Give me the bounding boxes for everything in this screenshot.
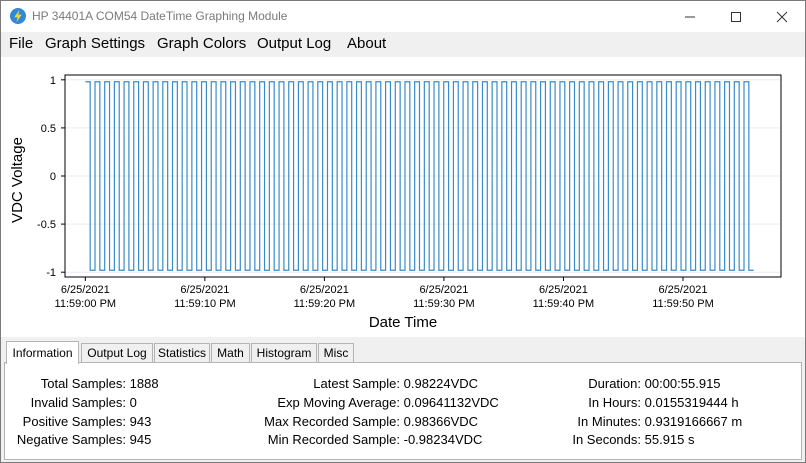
info-label: In Seconds:	[572, 432, 641, 447]
y-tick-label: -0.5	[37, 219, 56, 231]
maximize-button[interactable]	[713, 1, 759, 32]
tab-strip: Information Output Log Statistics Math H…	[1, 341, 805, 364]
x-axis-label: Date Time	[369, 314, 437, 331]
positive-samples-row: Positive Samples: 943	[7, 414, 152, 429]
maximize-icon	[731, 12, 741, 22]
info-value: 55.915 s	[644, 432, 695, 447]
menu-output-log[interactable]: Output Log	[257, 35, 331, 52]
in-minutes-row: In Minutes: 0.9319166667 m	[567, 414, 742, 429]
in-seconds-row: In Seconds: 55.915 s	[567, 432, 695, 447]
tab-information[interactable]: Information	[6, 341, 79, 364]
y-axis-label: VDC Voltage	[9, 137, 26, 223]
x-tick-label-time: 11:59:50 PM	[652, 298, 714, 310]
x-tick-label-time: 11:59:40 PM	[533, 298, 595, 310]
tab-histogram[interactable]: Histogram	[251, 343, 317, 362]
menu-bar: File Graph Settings Graph Colors Output …	[1, 32, 805, 57]
info-value: 943	[129, 414, 152, 429]
info-label: Min Recorded Sample:	[267, 432, 400, 447]
info-value: 0	[129, 395, 137, 410]
voltage-chart[interactable]: 1 0.5 0 -0.5 -1 6/25/2021 11:59:00 PM 6/25/2021…	[1, 57, 805, 337]
minimize-icon	[685, 16, 695, 18]
x-tick-label-date: 6/25/2021	[300, 284, 349, 296]
info-value: 0.0155319444 h	[644, 395, 739, 410]
info-value: 00:00:55.915	[644, 376, 721, 391]
menu-graph-settings[interactable]: Graph Settings	[45, 35, 145, 52]
window-title: HP 34401A COM54 DateTime Graphing Module	[32, 9, 288, 23]
close-button[interactable]	[759, 1, 805, 32]
info-label: Duration:	[588, 376, 641, 391]
x-tick-label-time: 11:59:20 PM	[294, 298, 356, 310]
info-value: 1888	[129, 376, 159, 391]
info-label: Total Samples:	[40, 376, 126, 391]
tab-misc[interactable]: Misc	[318, 343, 354, 362]
duration-row: Duration: 00:00:55.915	[567, 376, 721, 391]
info-label: Positive Samples:	[22, 414, 126, 429]
info-value: 0.98224VDC	[403, 376, 479, 391]
y-tick-label: 1	[50, 75, 56, 87]
latest-sample-row: Latest Sample: 0.98224VDC	[255, 376, 478, 391]
info-value: 0.09641132VDC	[403, 395, 499, 410]
negative-samples-row: Negative Samples: 945	[7, 432, 151, 447]
info-value: 945	[129, 432, 152, 447]
graph-panel: 1 0.5 0 -0.5 -1 6/25/2021 11:59:00 PM 6/25/2021…	[1, 57, 805, 337]
title-bar[interactable]: HP 34401A COM54 DateTime Graphing Module	[1, 1, 805, 32]
menu-about[interactable]: About	[347, 35, 386, 52]
x-tick-label-time: 11:59:10 PM	[174, 298, 236, 310]
menu-file[interactable]: File	[9, 35, 33, 52]
info-value: 0.98366VDC	[403, 414, 479, 429]
x-tick-label-time: 11:59:00 PM	[55, 298, 117, 310]
info-value: 0.9319166667 m	[644, 414, 743, 429]
x-tick-label-date: 6/25/2021	[659, 284, 708, 296]
info-label: In Hours:	[588, 395, 641, 410]
x-tick-label-date: 6/25/2021	[539, 284, 588, 296]
y-tick-label: 0	[50, 171, 56, 183]
tab-math[interactable]: Math	[211, 343, 250, 362]
info-value: -0.98234VDC	[403, 432, 483, 447]
x-tick-label-time: 11:59:30 PM	[413, 298, 475, 310]
info-label: Invalid Samples:	[30, 395, 126, 410]
y-tick-label: -1	[46, 267, 56, 279]
x-tick-label-date: 6/25/2021	[180, 284, 229, 296]
x-tick-label-date: 6/25/2021	[61, 284, 110, 296]
x-tick-label-date: 6/25/2021	[419, 284, 468, 296]
exp-moving-average-row: Exp Moving Average: 0.09641132VDC	[255, 395, 499, 410]
tab-statistics[interactable]: Statistics	[154, 343, 210, 362]
info-label: Negative Samples:	[16, 432, 126, 447]
close-icon	[776, 11, 788, 23]
info-label: Latest Sample:	[313, 376, 400, 391]
lightning-bolt-icon	[10, 8, 26, 24]
in-hours-row: In Hours: 0.0155319444 h	[567, 395, 739, 410]
information-panel: Total Samples: 1888 Invalid Samples: 0 P…	[4, 362, 802, 460]
tab-output-log[interactable]: Output Log	[81, 343, 153, 362]
info-label: Max Recorded Sample:	[264, 414, 400, 429]
app-window: HP 34401A COM54 DateTime Graphing Module…	[0, 0, 806, 463]
info-label: Exp Moving Average:	[277, 395, 400, 410]
menu-graph-colors[interactable]: Graph Colors	[157, 35, 246, 52]
info-label: In Minutes:	[577, 414, 641, 429]
min-recorded-sample-row: Min Recorded Sample: -0.98234VDC	[255, 432, 483, 447]
invalid-samples-row: Invalid Samples: 0	[7, 395, 137, 410]
total-samples-row: Total Samples: 1888	[7, 376, 159, 391]
y-tick-label: 0.5	[41, 123, 56, 135]
max-recorded-sample-row: Max Recorded Sample: 0.98366VDC	[255, 414, 478, 429]
minimize-button[interactable]	[667, 1, 713, 32]
